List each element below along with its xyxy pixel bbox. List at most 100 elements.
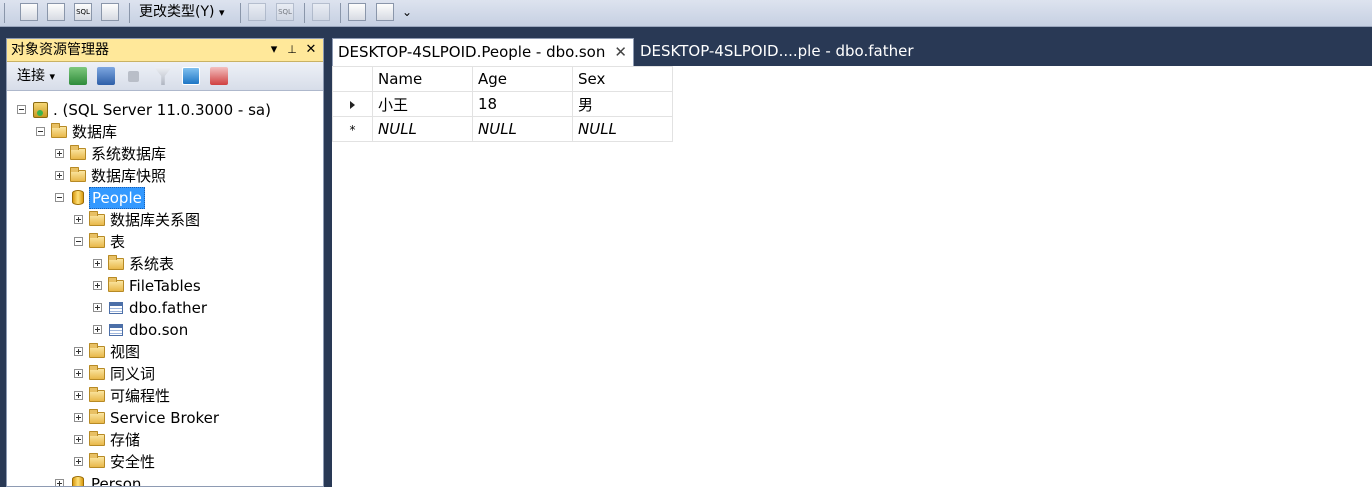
chevron-down-icon: ▾ [49,70,55,83]
folder-icon [108,255,124,270]
tree-node-label: Service Broker [110,409,220,427]
expand-icon[interactable] [74,457,83,466]
activity-monitor-icon[interactable] [210,67,228,85]
column-header[interactable]: Name [372,66,473,92]
object-tree: . (SQL Server 11.0.3000 - sa) 数据库 系统数据库 … [7,95,323,486]
row-selector-header[interactable] [332,66,373,92]
main-toolbar: SQL 更改类型(Y) ▾ SQL ⌄ [0,0,1372,27]
show-criteria-pane-icon[interactable] [47,3,65,21]
tree-node-label-selected: People [89,187,145,209]
table-row: 小王 18 男 [332,91,673,117]
folder-icon [70,167,86,182]
add-table-icon[interactable] [348,3,366,21]
add-derived-table-icon[interactable] [376,3,394,21]
table-row-new: * NULL NULL NULL [332,116,673,142]
tab-label: DESKTOP-4SLPOID....ple - dbo.father [640,42,914,60]
collapse-icon[interactable] [36,127,45,136]
tree-node-label: Person [91,475,142,486]
expand-icon[interactable] [55,171,64,180]
row-selector[interactable] [332,91,373,117]
database-icon [72,476,84,486]
expand-icon[interactable] [93,303,102,312]
table-icon [109,324,123,336]
close-icon[interactable]: ✕ [304,39,318,61]
collapse-icon[interactable] [55,193,64,202]
show-diagram-pane-icon[interactable] [20,3,38,21]
table-icon [109,302,123,314]
group-by-icon[interactable] [312,3,330,21]
tree-node-label: 存储 [110,431,141,449]
refresh-icon[interactable] [182,67,200,85]
object-explorer-title: 对象资源管理器 [11,42,109,58]
change-type-button[interactable]: 更改类型(Y) ▾ [139,3,224,22]
object-explorer-panel: 对象资源管理器 ▾ ⊥ ✕ 连接 ▾ . (SQL Server 11.0.30… [6,38,324,487]
folder-icon [89,431,105,446]
grid-cell[interactable]: NULL [572,116,673,142]
tree-node-label: dbo.son [129,321,189,339]
toolbar-separator [240,3,241,23]
grid-cell[interactable]: NULL [472,116,573,142]
expand-icon[interactable] [55,149,64,158]
disconnect-icon[interactable] [97,67,115,85]
tree-node-label: 数据库快照 [91,167,167,185]
expand-icon[interactable] [74,413,83,422]
close-icon[interactable]: ✕ [614,39,627,65]
tree-node-label: 可编程性 [110,387,171,405]
expand-icon[interactable] [93,281,102,290]
current-row-arrow-icon [350,101,355,109]
column-header[interactable]: Sex [572,66,673,92]
change-type-label: 更改类型(Y) [139,4,215,20]
verify-sql-icon[interactable]: SQL [276,3,294,21]
column-header[interactable]: Age [472,66,573,92]
grid-cell[interactable]: 男 [572,91,673,117]
show-results-pane-icon[interactable] [101,3,119,21]
folder-icon [89,409,105,424]
tab-label: DESKTOP-4SLPOID.People - dbo.son [338,43,606,61]
toolbar-grip[interactable] [4,3,5,23]
collapse-icon[interactable] [17,105,26,114]
new-row-marker-icon: * [349,123,356,137]
folder-icon [70,145,86,160]
expand-icon[interactable] [74,369,83,378]
server-icon [33,102,48,118]
folder-icon [108,277,124,292]
stop-icon[interactable] [128,71,139,82]
expand-icon[interactable] [55,479,64,486]
expand-icon[interactable] [74,391,83,400]
tab-dbo-son[interactable]: DESKTOP-4SLPOID.People - dbo.son ✕ [332,38,634,66]
folder-icon [89,387,105,402]
connect-button[interactable]: 连接 ▾ [17,67,55,86]
grid-cell[interactable]: 18 [472,91,573,117]
filter-icon[interactable] [154,67,172,85]
database-icon [72,190,84,205]
execute-sql-icon[interactable] [248,3,266,21]
collapse-icon[interactable] [74,237,83,246]
tree-node-label: . (SQL Server 11.0.3000 - sa) [53,101,271,119]
grid-cell[interactable]: NULL [372,116,473,142]
toolbar-separator [340,3,341,23]
show-sql-pane-icon[interactable]: SQL [74,3,92,21]
expand-icon[interactable] [93,325,102,334]
connect-server-icon[interactable] [69,67,87,85]
tab-dbo-father[interactable]: DESKTOP-4SLPOID....ple - dbo.father [640,38,914,66]
folder-icon [89,343,105,358]
row-selector[interactable]: * [332,116,373,142]
expand-icon[interactable] [74,435,83,444]
auto-hide-pin-icon[interactable]: ⊥ [285,39,299,61]
tree-node-label: 表 [110,233,126,251]
folder-icon [89,365,105,380]
folder-icon [51,123,67,138]
folder-icon [89,453,105,468]
tree-node-label: 数据库 [72,123,118,141]
tree-node-label: FileTables [129,277,201,295]
table-data-editor: Name Age Sex 小王 18 男 * NULL NULL NULL [332,66,1372,487]
toolbar-overflow-icon[interactable]: ⌄ [402,3,412,21]
expand-icon[interactable] [93,259,102,268]
expand-icon[interactable] [74,215,83,224]
grid-cell[interactable]: 小王 [372,91,473,117]
expand-icon[interactable] [74,347,83,356]
results-grid: Name Age Sex 小王 18 男 * NULL NULL NULL [332,66,673,142]
window-position-icon[interactable]: ▾ [267,39,281,61]
object-explorer-header: 对象资源管理器 ▾ ⊥ ✕ [7,39,323,62]
object-explorer-toolbar: 连接 ▾ [7,62,323,91]
